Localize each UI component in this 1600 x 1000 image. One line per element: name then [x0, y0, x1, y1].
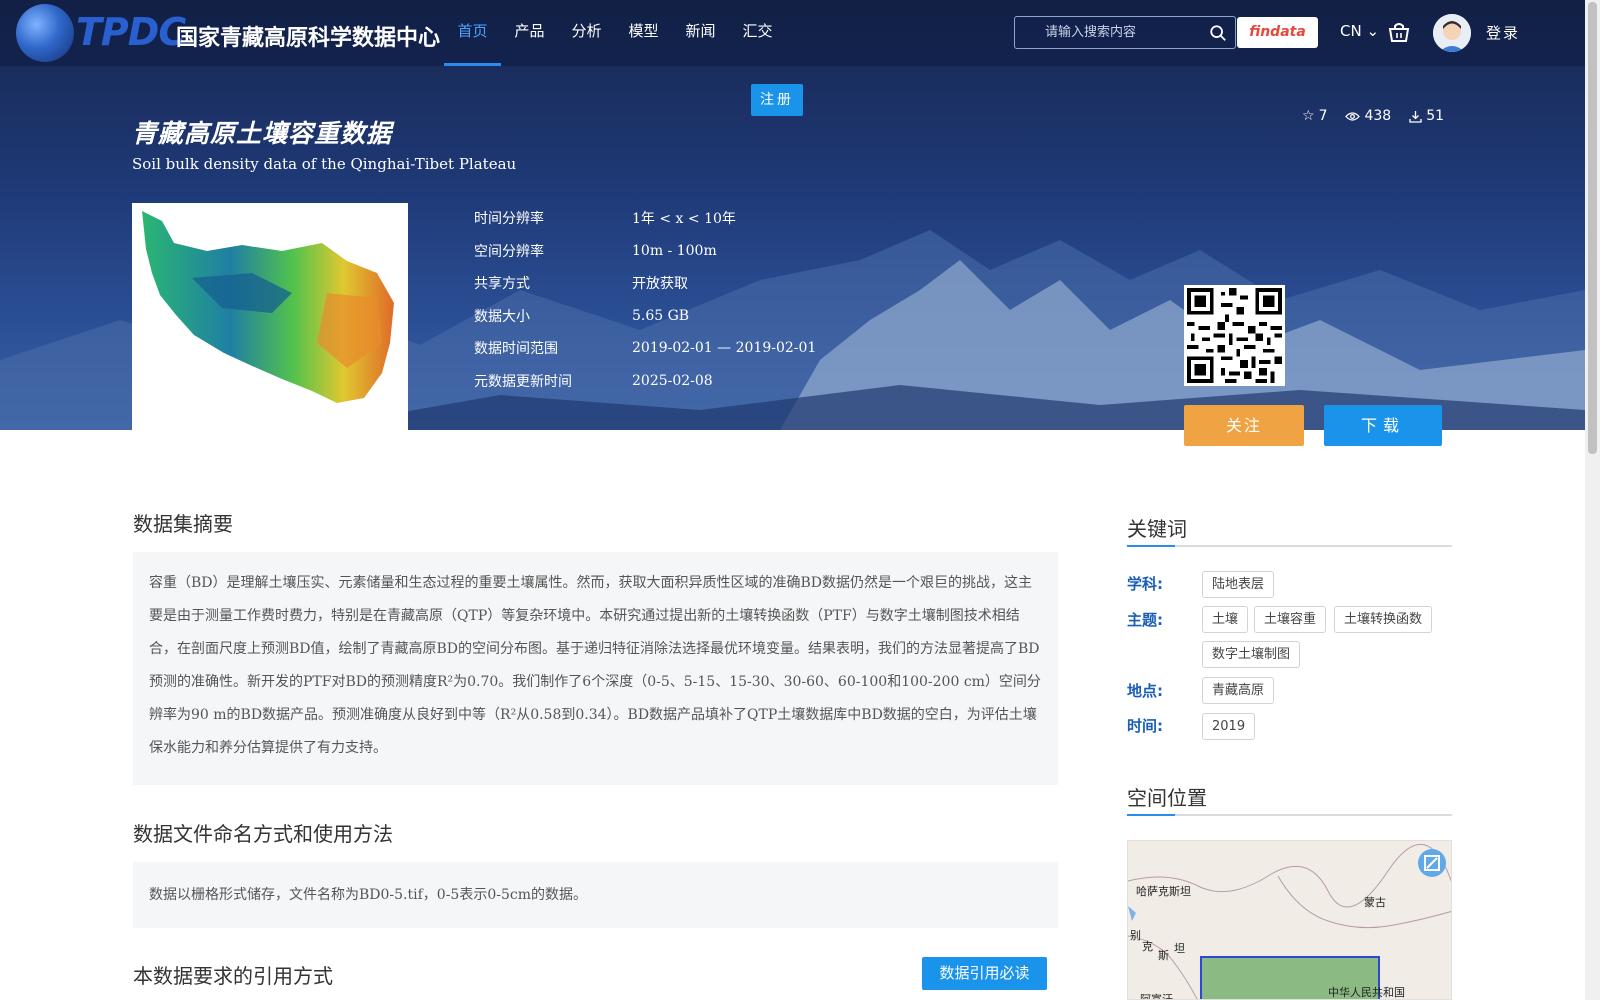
- theme-tag[interactable]: 土壤: [1202, 606, 1249, 633]
- meta-value: 2025-02-08: [632, 372, 713, 389]
- download-icon: [1409, 110, 1422, 123]
- follow-button[interactable]: 关注: [1184, 405, 1304, 446]
- chevron-down-icon: ⌄: [1366, 22, 1380, 40]
- abstract-title: 数据集摘要: [133, 512, 233, 536]
- meta-value: 1年 < x < 10年: [632, 211, 736, 228]
- theme-label: 主题:: [1127, 611, 1163, 629]
- user-avatar-icon: [1433, 14, 1471, 52]
- findata-button[interactable]: findata: [1237, 17, 1318, 48]
- nav-analysis[interactable]: 分析: [558, 0, 615, 66]
- eye-icon: [1345, 111, 1361, 121]
- dataset-title-en: Soil bulk density data of the Qinghai-Ti…: [132, 155, 517, 173]
- abstract-text: 容重（BD）是理解土壤压实、元素储量和生态过程的重要土壤属性。然而，获取大面积异…: [133, 552, 1058, 785]
- citation-title: 本数据要求的引用方式: [133, 964, 333, 988]
- avatar[interactable]: [1433, 14, 1471, 52]
- theme-tag[interactable]: 土壤容重: [1254, 606, 1327, 633]
- favorite-count[interactable]: ☆ 7: [1302, 108, 1327, 124]
- place-label: 地点:: [1127, 682, 1163, 700]
- keywords-divider: [1127, 545, 1452, 547]
- meta-key: 时间分辨率: [474, 211, 544, 228]
- time-tag[interactable]: 2019: [1202, 713, 1256, 740]
- page: TPDC 国家青藏高原科学数据中心 首页 产品 分析 模型 新闻 汇交 find…: [0, 0, 1600, 1000]
- globe-logo-icon: [16, 4, 74, 62]
- qr-code: [1184, 285, 1285, 386]
- fullscreen-icon[interactable]: [1418, 849, 1446, 877]
- meta-value: 10m - 100m: [632, 242, 717, 259]
- meta-key: 元数据更新时间: [474, 373, 572, 390]
- location-map[interactable]: 哈萨克斯坦 蒙古 别 克 斯 坦 中华人民共和国 阿富汗: [1127, 840, 1452, 1000]
- page-scrollbar[interactable]: [1585, 0, 1600, 1000]
- dataset-title: 青藏高原土壤容重数据: [132, 119, 393, 148]
- nav-news[interactable]: 新闻: [672, 0, 729, 66]
- meta-row: 数据大小 5.65 GB: [474, 300, 874, 333]
- meta-row: 数据时间范围 2019-02-01 — 2019-02-01: [474, 332, 874, 365]
- meta-value: 2019-02-01 — 2019-02-01: [632, 340, 817, 357]
- dataset-thumbnail[interactable]: [132, 203, 408, 430]
- nav-models[interactable]: 模型: [615, 0, 672, 66]
- place-tag[interactable]: 青藏高原: [1202, 677, 1275, 704]
- main-nav: 首页 产品 分析 模型 新闻 汇交: [444, 0, 786, 66]
- map-label: 哈萨克斯坦: [1136, 885, 1191, 898]
- logo-abbr: TPDC: [76, 10, 186, 54]
- meta-key: 空间分辨率: [474, 243, 544, 260]
- download-button[interactable]: 下载: [1324, 405, 1442, 446]
- register-button[interactable]: 注册: [751, 84, 803, 116]
- meta-key: 数据时间范围: [474, 341, 558, 358]
- map-label: 别: [1130, 929, 1141, 942]
- language-label: CN: [1340, 22, 1362, 40]
- meta-row: 空间分辨率 10m - 100m: [474, 235, 874, 268]
- meta-value: 5.65 GB: [632, 307, 690, 324]
- download-count: 51: [1409, 108, 1444, 124]
- subject-tag[interactable]: 陆地表层: [1202, 571, 1275, 598]
- keywords-title: 关键词: [1127, 517, 1187, 541]
- favorite-value: 7: [1318, 108, 1328, 124]
- search-icon[interactable]: [1209, 24, 1227, 42]
- nav-submit[interactable]: 汇交: [729, 0, 786, 66]
- nav-products[interactable]: 产品: [501, 0, 558, 66]
- map-label: 斯: [1158, 949, 1169, 962]
- site-name: 国家青藏高原科学数据中心: [176, 26, 441, 51]
- star-icon: ☆: [1302, 108, 1315, 124]
- map-label: 克: [1142, 940, 1153, 953]
- search-input[interactable]: [1015, 17, 1205, 48]
- view-value: 438: [1364, 108, 1392, 124]
- naming-text: 数据以栅格形式储存，文件名称为BD0-5.tif，0-5表示0-5cm的数据。: [133, 862, 1058, 928]
- location-divider: [1127, 814, 1452, 816]
- theme-tag[interactable]: 数字土壤制图: [1202, 641, 1301, 668]
- theme-tag[interactable]: 土壤转换函数: [1334, 606, 1433, 633]
- dataset-stats: ☆ 7 438 51: [1302, 108, 1444, 124]
- map-label: 坦: [1174, 942, 1185, 955]
- time-label: 时间:: [1127, 717, 1163, 735]
- site-logo[interactable]: TPDC 国家青藏高原科学数据中心: [16, 4, 440, 64]
- meta-row: 时间分辨率 1年 < x < 10年: [474, 202, 874, 235]
- plateau-map-image: [142, 211, 394, 403]
- cart-icon[interactable]: [1388, 22, 1410, 44]
- login-link[interactable]: 登录: [1486, 22, 1520, 43]
- search-box: [1014, 16, 1236, 49]
- map-label: 阿富汗: [1140, 993, 1173, 1000]
- meta-row: 共享方式 开放获取: [474, 267, 874, 300]
- scrollbar-thumb[interactable]: [1588, 2, 1597, 454]
- meta-row: 元数据更新时间 2025-02-08: [474, 365, 874, 398]
- meta-key: 数据大小: [474, 308, 530, 325]
- citation-button[interactable]: 数据引用必读: [922, 957, 1047, 990]
- meta-key: 共享方式: [474, 276, 530, 293]
- qr-code-icon: [1187, 288, 1282, 383]
- dataset-meta: 时间分辨率 1年 < x < 10年 空间分辨率 10m - 100m 共享方式…: [474, 202, 874, 397]
- expand-icon: [1424, 855, 1440, 871]
- location-title: 空间位置: [1127, 786, 1207, 810]
- meta-value: 开放获取: [632, 276, 688, 293]
- language-selector[interactable]: CN ⌄: [1340, 22, 1379, 40]
- map-label: 蒙古: [1364, 896, 1386, 909]
- subject-label: 学科:: [1127, 575, 1163, 593]
- nav-home[interactable]: 首页: [444, 0, 501, 66]
- map-label: 中华人民共和国: [1328, 986, 1405, 999]
- naming-title: 数据文件命名方式和使用方法: [133, 822, 393, 846]
- view-count: 438: [1345, 108, 1391, 124]
- download-value: 51: [1426, 108, 1445, 124]
